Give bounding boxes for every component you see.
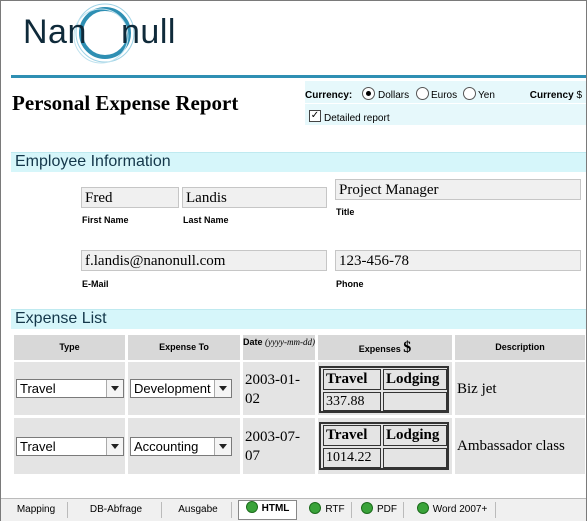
type-select[interactable]: Travel (16, 379, 124, 398)
currency-display: Currency $ (530, 90, 582, 101)
chevron-down-icon (214, 380, 231, 397)
expenses-breakdown: Travel Lodging 1014.22 (319, 422, 449, 470)
title-label: Title (336, 207, 355, 217)
travel-amount[interactable]: 337.88 (323, 392, 381, 411)
travel-amount[interactable]: 1014.22 (323, 448, 381, 468)
expense-description: Biz jet (457, 381, 497, 397)
radio-dollars-label: Dollars (378, 90, 410, 101)
tab-word-label: Word 2007+ (432, 504, 488, 515)
page-title: Personal Expense Report (12, 91, 239, 115)
title-field[interactable]: Project Manager (335, 179, 581, 200)
tab-word[interactable]: Word 2007+ (409, 502, 496, 518)
first-name-label: First Name (82, 215, 129, 225)
header-currency-symbol: $ (403, 339, 412, 356)
email-label: E-Mail (82, 279, 109, 289)
detailed-report-checkbox[interactable]: ✓ (309, 110, 321, 122)
lodging-header: Lodging (383, 425, 447, 446)
section-title: Expense List (15, 310, 107, 327)
lodging-amount[interactable] (383, 392, 447, 411)
radio-dollars[interactable] (362, 87, 375, 100)
radio-euros-label: Euros (431, 90, 458, 101)
chevron-down-icon (106, 380, 123, 397)
first-name-field[interactable]: Fred (81, 187, 179, 208)
tab-mapping[interactable]: Mapping (5, 502, 68, 518)
header-expenses-label: Expenses (358, 344, 401, 354)
header-expenses: Expenses $ (318, 335, 452, 360)
radio-yen-label: Yen (478, 90, 495, 101)
tab-pdf-label: PDF (377, 504, 397, 515)
tab-rtf-label: RTF (325, 504, 345, 515)
report-frame: Nan null Personal Expense Report Currenc… (0, 0, 587, 521)
last-name-label: Last Name (183, 215, 229, 225)
travel-header: Travel (323, 425, 381, 446)
tab-html[interactable]: HTML (238, 500, 297, 520)
chevron-down-icon (106, 438, 123, 455)
expense-date: 2003-07-07 (245, 429, 300, 464)
header-date-label: Date (243, 337, 263, 347)
logo-text-right: null (121, 13, 176, 51)
currency-display-symbol: $ (576, 90, 582, 101)
word-view-icon (416, 502, 429, 515)
chevron-down-icon (214, 438, 231, 455)
section-title: Employee Information (15, 153, 171, 170)
email-field[interactable]: f.landis@nanonull.com (81, 250, 327, 271)
lodging-header: Lodging (383, 369, 447, 390)
phone-label: Phone (336, 279, 364, 289)
expenses-breakdown: Travel Lodging 337.88 (319, 366, 449, 413)
radio-euros[interactable] (416, 87, 429, 100)
html-view-icon (245, 501, 258, 514)
header-description: Description (455, 335, 585, 360)
tab-ausgabe[interactable]: Ausgabe (165, 502, 232, 518)
view-tab-bar: Mapping DB-Abfrage Ausgabe HTML RTF PDF … (1, 498, 586, 521)
header-date: Date (yyyy-mm-dd) (243, 335, 315, 360)
type-select[interactable]: Travel (16, 437, 124, 456)
options-divider (305, 103, 586, 104)
header-type: Type (14, 335, 125, 360)
radio-yen[interactable] (463, 87, 476, 100)
tab-pdf[interactable]: PDF (355, 502, 404, 518)
phone-field[interactable]: 123-456-78 (335, 250, 581, 271)
tab-db-abfrage[interactable]: DB-Abfrage (71, 502, 162, 518)
expense-to-select-value: Accounting (134, 439, 199, 454)
logo-text-left: Nan (23, 13, 87, 51)
expense-description: Ambassador class (457, 438, 565, 454)
expense-to-select-value: Development (134, 381, 211, 396)
pdf-view-icon (361, 502, 373, 515)
nanonull-logo: Nan null (21, 3, 191, 65)
top-rule (11, 75, 586, 78)
currency-display-label: Currency (529, 90, 574, 101)
expense-to-select[interactable]: Development (130, 379, 232, 398)
detailed-report-label: Detailed report (324, 113, 390, 124)
type-select-value: Travel (20, 381, 56, 396)
travel-header: Travel (323, 369, 381, 390)
section-employee-information: Employee Information (11, 152, 586, 172)
last-name-field[interactable]: Landis (182, 187, 327, 208)
lodging-amount[interactable] (383, 448, 447, 468)
rtf-view-icon (309, 502, 322, 515)
tab-rtf[interactable]: RTF (303, 502, 352, 518)
type-select-value: Travel (20, 439, 56, 454)
header-date-format: (yyyy-mm-dd) (265, 337, 315, 347)
expense-to-select[interactable]: Accounting (130, 437, 232, 456)
report-options: Currency: Dollars Euros Yen Currency $ ✓… (305, 81, 586, 125)
tab-html-label: HTML (261, 503, 290, 514)
expense-date: 2003-01-02 (245, 372, 300, 407)
header-expense-to: Expense To (128, 335, 240, 360)
section-expense-list: Expense List (11, 309, 586, 329)
currency-label: Currency: (305, 90, 353, 101)
